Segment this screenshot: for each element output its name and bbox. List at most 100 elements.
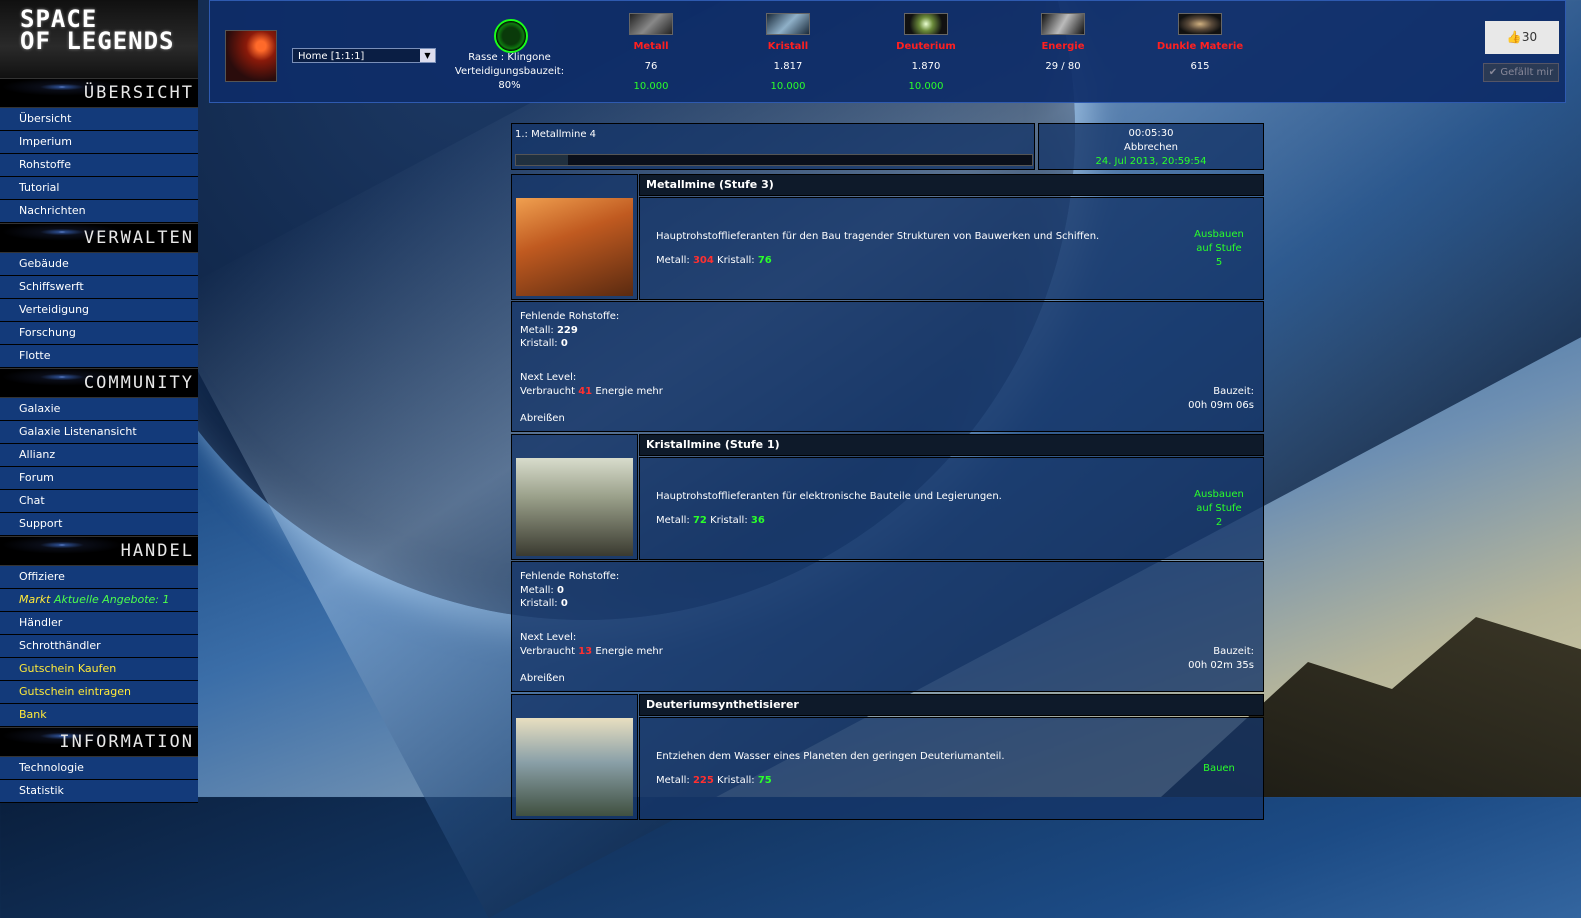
like-button[interactable]: ✔ Gefällt mir xyxy=(1483,63,1559,82)
cost-metal: 72 xyxy=(692,515,707,526)
sidebar-item-galaxie-listenansicht[interactable]: Galaxie Listenansicht xyxy=(0,421,198,444)
building-image[interactable] xyxy=(516,198,633,296)
resource-value: 1.870 xyxy=(911,61,941,72)
upgrade-target-level: 5 xyxy=(1215,257,1223,268)
sidebar-item-tutorial[interactable]: Tutorial xyxy=(0,177,198,200)
next-level-label: Next Level: xyxy=(520,372,577,383)
cancel-build-button[interactable]: Abbrechen xyxy=(1039,141,1263,155)
sidebar-item-support[interactable]: Support xyxy=(0,513,198,536)
sidebar-item-übersicht[interactable]: Übersicht xyxy=(0,108,198,131)
sidebar-item-bank[interactable]: Bank xyxy=(0,704,198,727)
queue-timer: 00:05:30 Abbrechen 24. Jul 2013, 20:59:5… xyxy=(1038,123,1264,170)
building-image-frame xyxy=(511,434,638,560)
cost-metal-label: Metall: xyxy=(656,255,690,266)
building-cost: Metall: 304 Kristall: 76 xyxy=(656,255,772,266)
upgrade-button[interactable]: Bauen xyxy=(1189,762,1249,776)
planet-image[interactable] xyxy=(225,30,277,82)
resource-value: 76 xyxy=(644,61,658,72)
sidebar-item-imperium[interactable]: Imperium xyxy=(0,131,198,154)
build-time: Bauzeit: 00h 02m 35s xyxy=(1188,645,1254,673)
energy-post: Energie mehr xyxy=(595,645,663,657)
metal-icon xyxy=(629,13,673,35)
sidebar-item-label: Gutschein eintragen xyxy=(19,685,131,698)
building-image[interactable] xyxy=(516,718,633,816)
cost-crystal-label: Kristall: xyxy=(717,255,755,266)
sidebar-item-label: Tutorial xyxy=(19,181,60,194)
building-description: Entziehen dem Wasser eines Planeten den … xyxy=(656,751,1005,762)
next-level-info: Next Level: Verbraucht 41 Energie mehr xyxy=(520,371,663,398)
sidebar-item-verteidigung[interactable]: Verteidigung xyxy=(0,299,198,322)
demolish-button[interactable]: Abreißen xyxy=(520,672,565,686)
market-offers-count: Aktuelle Angebote: 1 xyxy=(53,593,170,606)
like-count-button[interactable]: 👍30 xyxy=(1485,21,1559,54)
sidebar-item-rohstoffe[interactable]: Rohstoffe xyxy=(0,154,198,177)
upgrade-label-level: auf Stufe xyxy=(1196,503,1242,514)
sidebar-item-forschung[interactable]: Forschung xyxy=(0,322,198,345)
race-label: Rasse : Klingone xyxy=(468,52,551,63)
upgrade-button[interactable]: Ausbauen auf Stufe 2 xyxy=(1189,488,1249,530)
sidebar-item-label: Galaxie xyxy=(19,402,61,415)
cost-crystal: 76 xyxy=(757,255,772,266)
missing-resources: Fehlende Rohstoffe: Metall: 229 Kristall: … xyxy=(520,311,620,349)
sidebar-item-schrotthändler[interactable]: Schrotthändler xyxy=(0,635,198,658)
sidebar-item-label: Markt xyxy=(19,593,51,606)
sidebar-item-galaxie[interactable]: Galaxie xyxy=(0,398,198,421)
sidebar-item-label: Chat xyxy=(19,494,45,507)
top-bar: Home [1:1:1] ▼ Rasse : Klingone Verteidi… xyxy=(209,0,1566,103)
building-description: Hauptrohstofflieferanten für den Bau tra… xyxy=(656,231,1100,242)
sidebar-item-gebäude[interactable]: Gebäude xyxy=(0,253,198,276)
sidebar-item-label: Support xyxy=(19,517,63,530)
race-info: Rasse : Klingone Verteidigungsbauzeit: 8… xyxy=(442,51,577,93)
sidebar-item-label: Verteidigung xyxy=(19,303,90,316)
building-image[interactable] xyxy=(516,458,633,556)
race-emblem-icon xyxy=(494,19,528,53)
planet-select[interactable]: Home [1:1:1] ▼ xyxy=(292,48,436,63)
upgrade-button[interactable]: Ausbauen auf Stufe 5 xyxy=(1189,228,1249,270)
sidebar-item-statistik[interactable]: Statistik xyxy=(0,780,198,803)
sidebar-item-gutschein-kaufen[interactable]: Gutschein Kaufen xyxy=(0,658,198,681)
defense-value: 80% xyxy=(498,80,521,91)
building-details: Fehlende Rohstoffe: Metall: 0 Kristall: 0 N… xyxy=(511,561,1264,692)
sidebar-item-label: Schiffswerft xyxy=(19,280,84,293)
build-time-value: 00h 02m 35s xyxy=(1188,660,1254,671)
section-title: Community xyxy=(83,373,194,393)
resource-name: Deuterium xyxy=(896,41,956,52)
game-logo[interactable]: SPACE OF LEGENDS xyxy=(0,0,198,78)
sidebar-item-offiziere[interactable]: Offiziere xyxy=(0,566,198,589)
building-card: Kristallmine (Stufe 1) Hauptrohstoffliefe… xyxy=(511,434,1264,692)
section-title: Übersicht xyxy=(83,83,194,103)
sidebar-item-label: Technologie xyxy=(19,761,84,774)
sidebar-item-händler[interactable]: Händler xyxy=(0,612,198,635)
resource-capacity: 10.000 xyxy=(770,81,806,92)
sidebar-item-chat[interactable]: Chat xyxy=(0,490,198,513)
sidebar-item-schiffswerft[interactable]: Schiffswerft xyxy=(0,276,198,299)
building-info: Entziehen dem Wasser eines Planeten den … xyxy=(639,717,1264,820)
section-header-2: Community xyxy=(0,368,198,398)
sidebar-item-forum[interactable]: Forum xyxy=(0,467,198,490)
queue-progress-bar xyxy=(515,154,1033,166)
missing-metal: 0 xyxy=(556,584,564,596)
sidebar-item-label: Rohstoffe xyxy=(19,158,71,171)
sidebar-item-nachrichten[interactable]: Nachrichten xyxy=(0,200,198,223)
resource-energie: Energie 29 / 80 xyxy=(1013,13,1113,81)
build-time: Bauzeit: 00h 09m 06s xyxy=(1188,385,1254,413)
section-header-4: Information xyxy=(0,727,198,757)
sidebar-item-label: Galaxie Listenansicht xyxy=(19,425,137,438)
queue-finish-time: 24. Jul 2013, 20:59:54 xyxy=(1095,156,1207,167)
upgrade-label: Ausbauen xyxy=(1194,489,1244,500)
sidebar-item-markt[interactable]: Markt Aktuelle Angebote: 1 xyxy=(0,589,198,612)
sidebar-item-label: Gutschein Kaufen xyxy=(19,662,117,675)
sidebar-item-flotte[interactable]: Flotte xyxy=(0,345,198,368)
demolish-button[interactable]: Abreißen xyxy=(520,412,565,426)
chevron-down-icon[interactable]: ▼ xyxy=(420,49,435,62)
sidebar-item-label: Nachrichten xyxy=(19,204,86,217)
sidebar-item-allianz[interactable]: Allianz xyxy=(0,444,198,467)
build-time-value: 00h 09m 06s xyxy=(1188,400,1254,411)
cost-crystal: 36 xyxy=(750,515,765,526)
sidebar-item-technologie[interactable]: Technologie xyxy=(0,757,198,780)
resource-name: Dunkle Materie xyxy=(1156,41,1244,52)
section-title: Verwalten xyxy=(83,228,194,248)
like-count: 30 xyxy=(1521,30,1538,44)
sidebar-item-label: Forum xyxy=(19,471,54,484)
sidebar-item-gutschein-eintragen[interactable]: Gutschein eintragen xyxy=(0,681,198,704)
